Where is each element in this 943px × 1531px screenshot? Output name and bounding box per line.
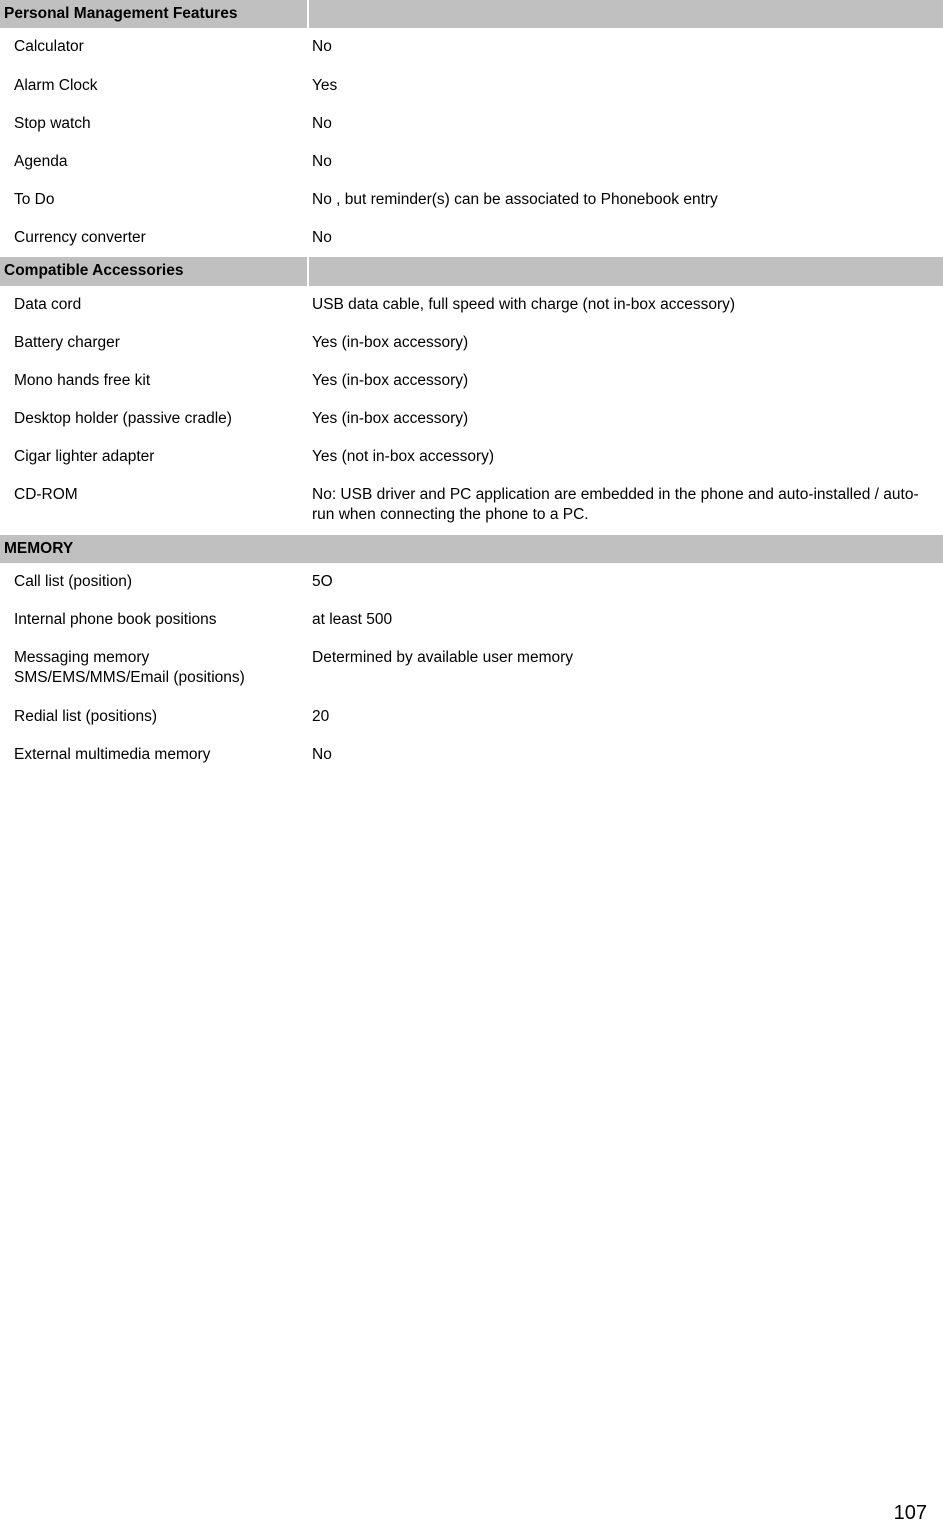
section-title: Personal Management Features xyxy=(0,0,308,29)
row-value: No: USB driver and PC application are em… xyxy=(312,486,919,524)
section-header-row: Personal Management Features xyxy=(0,0,943,29)
table-row: To Do No , but reminder(s) can be associa… xyxy=(0,181,943,219)
row-label: Agenda xyxy=(14,152,68,170)
specifications-table: Personal Management Features Calculator No… xyxy=(0,0,943,774)
section-header-filler xyxy=(307,0,943,29)
row-value: No xyxy=(312,114,332,132)
row-label: Call list (position) xyxy=(14,572,133,590)
table-row: Currency converter No xyxy=(0,219,943,257)
table-row: Agenda No xyxy=(0,143,943,181)
section-title: MEMORY xyxy=(0,534,308,563)
table-row: Mono hands free kit Yes (in-box accessory… xyxy=(0,362,943,400)
section-header-filler xyxy=(307,257,943,286)
row-label: Calculator xyxy=(14,38,84,56)
table-row: Stop watch No xyxy=(0,105,943,143)
row-label: Battery charger xyxy=(14,333,120,351)
table-body: Personal Management Features Calculator No… xyxy=(0,0,943,774)
row-label: Messaging memory SMS/EMS/MMS/Email (posi… xyxy=(14,649,245,687)
row-value: No , but reminder(s) can be associated t… xyxy=(312,190,718,208)
row-label: Currency converter xyxy=(14,229,146,247)
row-label: Mono hands free kit xyxy=(14,371,151,389)
row-label: Stop watch xyxy=(14,114,91,132)
row-label: Alarm Clock xyxy=(14,76,98,94)
row-value: Yes (not in-box accessory) xyxy=(312,448,495,466)
table-row: Alarm Clock Yes xyxy=(0,67,943,105)
table-row: CD-ROM No: USB driver and PC application … xyxy=(0,476,943,534)
row-value: No xyxy=(312,745,332,763)
row-label: Desktop holder (passive cradle) xyxy=(14,410,232,428)
row-value: at least 500 xyxy=(312,611,393,629)
document-page: Personal Management Features Calculator No… xyxy=(0,0,943,1531)
table-row: External multimedia memory No xyxy=(0,736,943,774)
table-row: Cigar lighter adapter Yes (not in-box acc… xyxy=(0,438,943,476)
table-row: Desktop holder (passive cradle) Yes (in-b… xyxy=(0,400,943,438)
row-value: USB data cable, full speed with charge (… xyxy=(312,295,736,313)
row-value: Yes xyxy=(312,76,338,94)
section-header-row: MEMORY xyxy=(0,534,943,563)
table-row: Internal phone book positions at least 50… xyxy=(0,601,943,639)
section-header-row: Compatible Accessories xyxy=(0,257,943,286)
row-label: Redial list (positions) xyxy=(14,707,157,725)
row-label: External multimedia memory xyxy=(14,745,211,763)
table-row: Messaging memory SMS/EMS/MMS/Email (posi… xyxy=(0,639,943,697)
section-title: Compatible Accessories xyxy=(0,257,308,286)
table-row: Battery charger Yes (in-box accessory) xyxy=(0,324,943,362)
row-label: To Do xyxy=(14,190,55,208)
row-label: Data cord xyxy=(14,295,82,313)
row-value: No xyxy=(312,152,332,170)
section-header-filler xyxy=(308,534,943,563)
table-row: Redial list (positions) 20 xyxy=(0,698,943,736)
row-label: Cigar lighter adapter xyxy=(14,448,155,466)
row-value: Yes (in-box accessory) xyxy=(312,410,469,428)
table-row: Call list (position) 5O xyxy=(0,563,943,601)
row-value: 20 xyxy=(312,707,330,725)
row-value: 5O xyxy=(312,572,333,590)
table-row: Calculator No xyxy=(0,28,943,66)
row-value: Yes (in-box accessory) xyxy=(312,333,469,351)
table-row: Data cord USB data cable, full speed with… xyxy=(0,286,943,324)
row-value: Determined by available user memory xyxy=(312,649,574,667)
row-label: Internal phone book positions xyxy=(14,611,217,629)
page-number: 107 xyxy=(893,1502,927,1524)
row-value: Yes (in-box accessory) xyxy=(312,371,469,389)
row-value: No xyxy=(312,229,332,247)
row-label: CD-ROM xyxy=(14,486,78,504)
row-value: No xyxy=(312,38,332,56)
